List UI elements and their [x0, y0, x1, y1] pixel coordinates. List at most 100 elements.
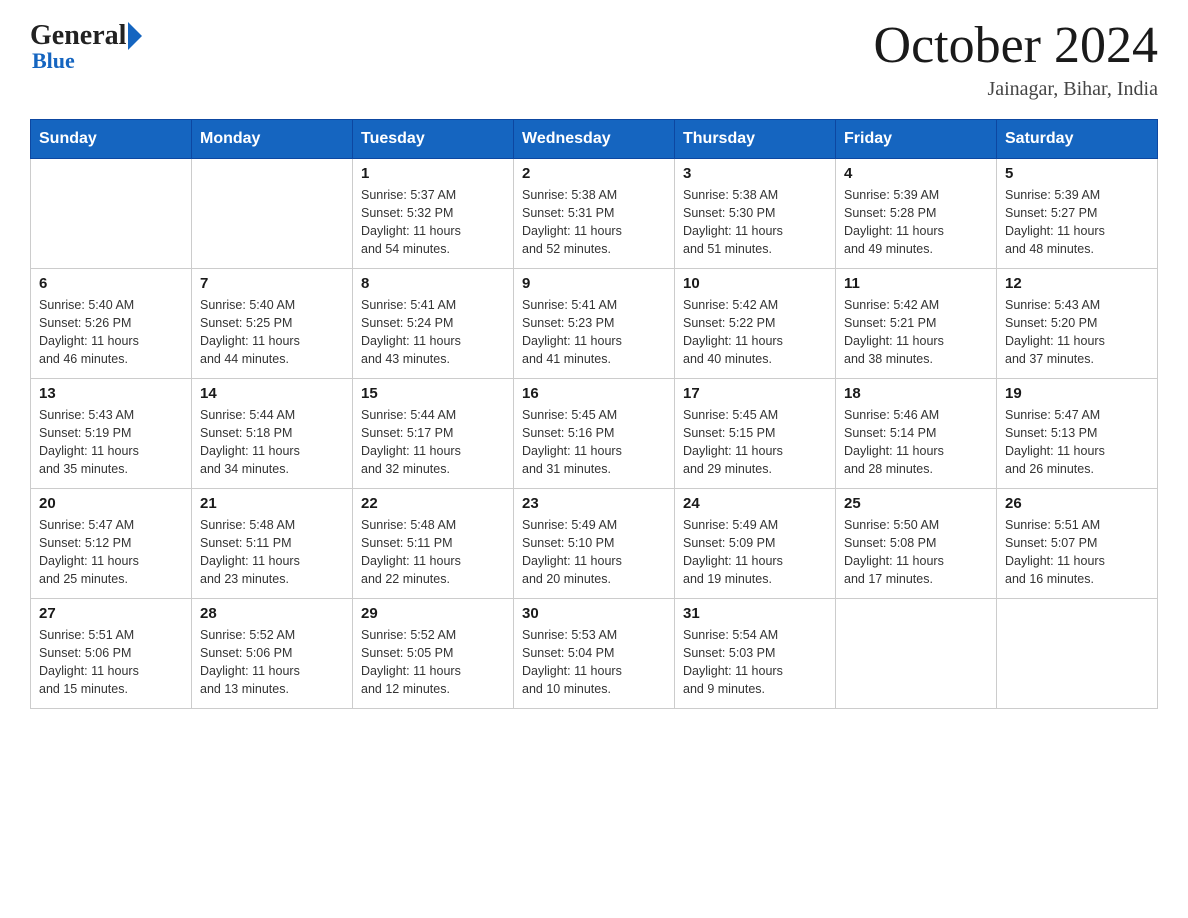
day-info: Sunrise: 5:37 AMSunset: 5:32 PMDaylight:… [361, 186, 505, 259]
calendar-cell: 30 Sunrise: 5:53 AMSunset: 5:04 PMDayligh… [514, 599, 675, 709]
day-info: Sunrise: 5:52 AMSunset: 5:06 PMDaylight:… [200, 626, 344, 699]
logo-blue-text: Blue [32, 48, 75, 74]
column-header-saturday: Saturday [997, 120, 1158, 159]
calendar-cell: 11Sunrise: 5:42 AMSunset: 5:21 PMDayligh… [836, 269, 997, 379]
day-number: 14 [200, 385, 344, 402]
day-info: Sunrise: 5:53 AMSunset: 5:04 PMDaylight:… [522, 626, 666, 699]
day-number: 30 [522, 605, 666, 622]
calendar-week-1: 6 Sunrise: 5:40 AMSunset: 5:26 PMDaylight… [31, 269, 1158, 379]
calendar-week-2: 13 Sunrise: 5:43 AMSunset: 5:19 PMDayligh… [31, 379, 1158, 489]
column-header-monday: Monday [192, 120, 353, 159]
calendar-cell: 20 Sunrise: 5:47 AMSunset: 5:12 PMDayligh… [31, 489, 192, 599]
calendar-week-0: 1 Sunrise: 5:37 AMSunset: 5:32 PMDaylight… [31, 159, 1158, 269]
column-header-wednesday: Wednesday [514, 120, 675, 159]
column-header-friday: Friday [836, 120, 997, 159]
day-info: Sunrise: 5:50 AMSunset: 5:08 PMDaylight:… [844, 516, 988, 589]
calendar-cell: 24 Sunrise: 5:49 AMSunset: 5:09 PMDayligh… [675, 489, 836, 599]
calendar-cell: 13 Sunrise: 5:43 AMSunset: 5:19 PMDayligh… [31, 379, 192, 489]
day-number: 16 [522, 385, 666, 402]
day-info: Sunrise: 5:42 AMSunset: 5:21 PMDaylight:… [844, 296, 988, 369]
day-info: Sunrise: 5:41 AMSunset: 5:23 PMDaylight:… [522, 296, 666, 369]
day-number: 27 [39, 605, 183, 622]
day-info: Sunrise: 5:51 AMSunset: 5:07 PMDaylight:… [1005, 516, 1149, 589]
day-number: 6 [39, 275, 183, 292]
day-number: 18 [844, 385, 988, 402]
day-number: 9 [522, 275, 666, 292]
column-header-sunday: Sunday [31, 120, 192, 159]
day-number: 13 [39, 385, 183, 402]
calendar-cell: 7 Sunrise: 5:40 AMSunset: 5:25 PMDaylight… [192, 269, 353, 379]
calendar-cell: 25Sunrise: 5:50 AMSunset: 5:08 PMDayligh… [836, 489, 997, 599]
calendar-cell [997, 599, 1158, 709]
day-info: Sunrise: 5:49 AMSunset: 5:09 PMDaylight:… [683, 516, 827, 589]
day-number: 17 [683, 385, 827, 402]
calendar-cell: 12Sunrise: 5:43 AMSunset: 5:20 PMDayligh… [997, 269, 1158, 379]
calendar-cell: 15 Sunrise: 5:44 AMSunset: 5:17 PMDayligh… [353, 379, 514, 489]
column-header-tuesday: Tuesday [353, 120, 514, 159]
day-number: 23 [522, 495, 666, 512]
calendar-cell: 5Sunrise: 5:39 AMSunset: 5:27 PMDaylight… [997, 159, 1158, 269]
location: Jainagar, Bihar, India [874, 78, 1158, 101]
calendar-cell: 26 Sunrise: 5:51 AMSunset: 5:07 PMDayligh… [997, 489, 1158, 599]
day-info: Sunrise: 5:38 AMSunset: 5:31 PMDaylight:… [522, 186, 666, 259]
calendar-cell: 17 Sunrise: 5:45 AMSunset: 5:15 PMDayligh… [675, 379, 836, 489]
day-number: 15 [361, 385, 505, 402]
day-number: 26 [1005, 495, 1149, 512]
day-info: Sunrise: 5:45 AMSunset: 5:16 PMDaylight:… [522, 406, 666, 479]
calendar-week-3: 20 Sunrise: 5:47 AMSunset: 5:12 PMDayligh… [31, 489, 1158, 599]
day-number: 22 [361, 495, 505, 512]
calendar-cell [192, 159, 353, 269]
logo-triangle-icon [128, 22, 142, 50]
day-number: 21 [200, 495, 344, 512]
calendar-header-row: SundayMondayTuesdayWednesdayThursdayFrid… [31, 120, 1158, 159]
day-number: 3 [683, 165, 827, 182]
day-info: Sunrise: 5:42 AMSunset: 5:22 PMDaylight:… [683, 296, 827, 369]
day-info: Sunrise: 5:43 AMSunset: 5:19 PMDaylight:… [39, 406, 183, 479]
calendar-cell [31, 159, 192, 269]
day-info: Sunrise: 5:48 AMSunset: 5:11 PMDaylight:… [200, 516, 344, 589]
calendar-cell: 22 Sunrise: 5:48 AMSunset: 5:11 PMDayligh… [353, 489, 514, 599]
calendar-week-4: 27 Sunrise: 5:51 AMSunset: 5:06 PMDayligh… [31, 599, 1158, 709]
day-number: 5 [1005, 165, 1149, 182]
day-number: 10 [683, 275, 827, 292]
day-info: Sunrise: 5:40 AMSunset: 5:25 PMDaylight:… [200, 296, 344, 369]
day-number: 28 [200, 605, 344, 622]
day-info: Sunrise: 5:49 AMSunset: 5:10 PMDaylight:… [522, 516, 666, 589]
month-title: October 2024 [874, 20, 1158, 72]
day-info: Sunrise: 5:48 AMSunset: 5:11 PMDaylight:… [361, 516, 505, 589]
day-info: Sunrise: 5:47 AMSunset: 5:13 PMDaylight:… [1005, 406, 1149, 479]
calendar-cell: 14 Sunrise: 5:44 AMSunset: 5:18 PMDayligh… [192, 379, 353, 489]
column-header-thursday: Thursday [675, 120, 836, 159]
calendar-cell: 31Sunrise: 5:54 AMSunset: 5:03 PMDayligh… [675, 599, 836, 709]
day-info: Sunrise: 5:47 AMSunset: 5:12 PMDaylight:… [39, 516, 183, 589]
day-info: Sunrise: 5:45 AMSunset: 5:15 PMDaylight:… [683, 406, 827, 479]
calendar-cell: 6 Sunrise: 5:40 AMSunset: 5:26 PMDaylight… [31, 269, 192, 379]
calendar-cell: 4 Sunrise: 5:39 AMSunset: 5:28 PMDaylight… [836, 159, 997, 269]
calendar-cell: 2Sunrise: 5:38 AMSunset: 5:31 PMDaylight… [514, 159, 675, 269]
calendar-cell: 19 Sunrise: 5:47 AMSunset: 5:13 PMDayligh… [997, 379, 1158, 489]
calendar-cell [836, 599, 997, 709]
day-info: Sunrise: 5:54 AMSunset: 5:03 PMDaylight:… [683, 626, 827, 699]
calendar-cell: 28 Sunrise: 5:52 AMSunset: 5:06 PMDayligh… [192, 599, 353, 709]
day-info: Sunrise: 5:52 AMSunset: 5:05 PMDaylight:… [361, 626, 505, 699]
day-info: Sunrise: 5:38 AMSunset: 5:30 PMDaylight:… [683, 186, 827, 259]
day-number: 24 [683, 495, 827, 512]
day-number: 12 [1005, 275, 1149, 292]
day-info: Sunrise: 5:44 AMSunset: 5:17 PMDaylight:… [361, 406, 505, 479]
day-info: Sunrise: 5:39 AMSunset: 5:28 PMDaylight:… [844, 186, 988, 259]
day-number: 1 [361, 165, 505, 182]
calendar-cell: 18Sunrise: 5:46 AMSunset: 5:14 PMDayligh… [836, 379, 997, 489]
calendar-cell: 21 Sunrise: 5:48 AMSunset: 5:11 PMDayligh… [192, 489, 353, 599]
calendar-cell: 8Sunrise: 5:41 AMSunset: 5:24 PMDaylight… [353, 269, 514, 379]
day-number: 7 [200, 275, 344, 292]
day-info: Sunrise: 5:40 AMSunset: 5:26 PMDaylight:… [39, 296, 183, 369]
calendar-cell: 3 Sunrise: 5:38 AMSunset: 5:30 PMDaylight… [675, 159, 836, 269]
logo: General Blue [30, 20, 144, 74]
day-number: 19 [1005, 385, 1149, 402]
day-number: 20 [39, 495, 183, 512]
day-info: Sunrise: 5:51 AMSunset: 5:06 PMDaylight:… [39, 626, 183, 699]
calendar-cell: 9 Sunrise: 5:41 AMSunset: 5:23 PMDaylight… [514, 269, 675, 379]
day-number: 4 [844, 165, 988, 182]
day-info: Sunrise: 5:44 AMSunset: 5:18 PMDaylight:… [200, 406, 344, 479]
title-area: October 2024 Jainagar, Bihar, India [874, 20, 1158, 101]
